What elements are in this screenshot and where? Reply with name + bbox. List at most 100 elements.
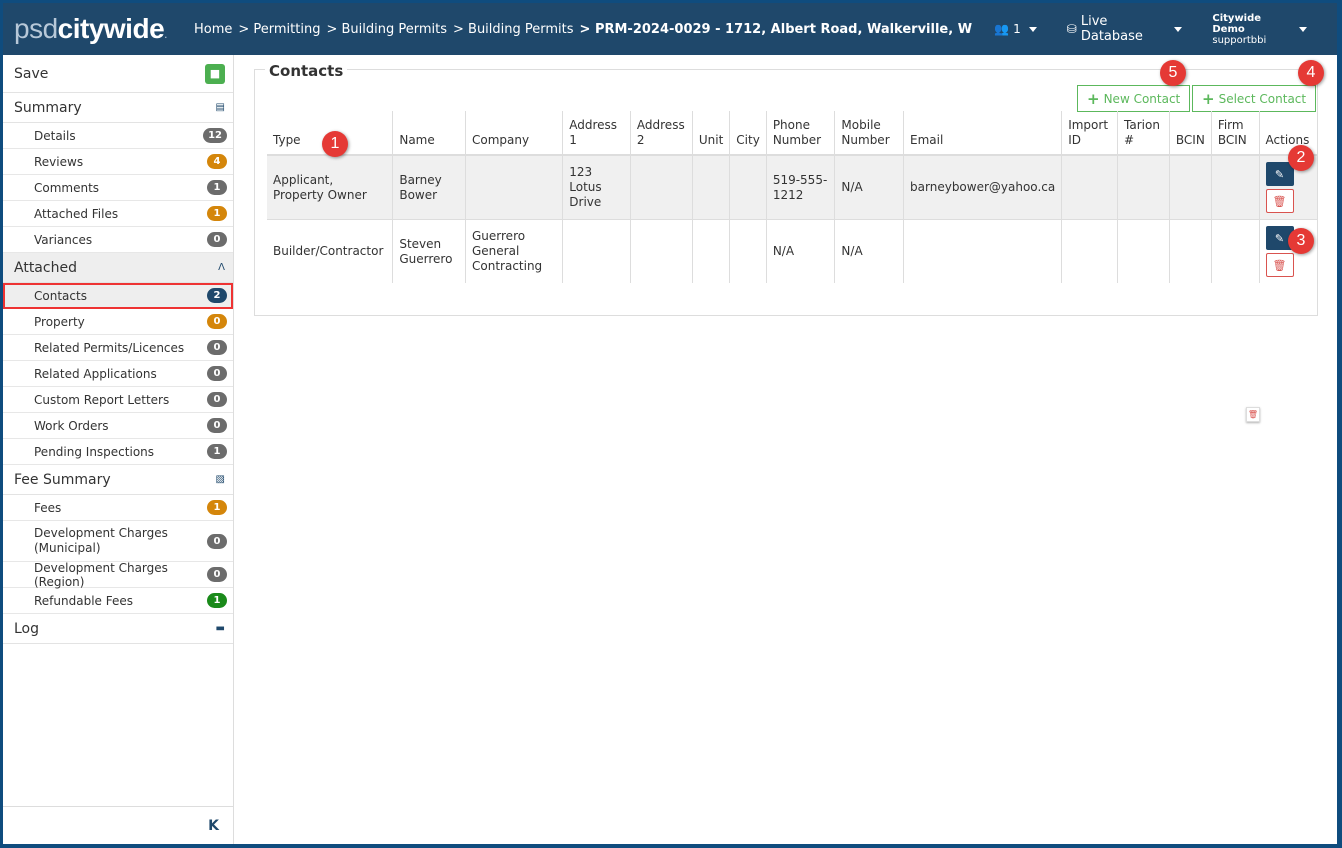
cell-email xyxy=(903,219,1062,283)
column-header-mobile-number[interactable]: Mobile Number xyxy=(834,111,904,156)
column-header-bcin[interactable]: BCIN xyxy=(1168,111,1212,156)
collapse-sidebar-button[interactable]: K xyxy=(3,806,233,844)
sidebar-item-label: Refundable Fees xyxy=(34,593,133,608)
sidebar-item-fees[interactable]: Fees 1 xyxy=(3,495,233,521)
column-header-company[interactable]: Company xyxy=(464,111,563,156)
sidebar-item-contacts[interactable]: Contacts 2 xyxy=(3,283,233,309)
caret-down-icon xyxy=(1028,26,1037,32)
cell-type: Applicant, Property Owner xyxy=(267,155,393,220)
pencil-icon: ✎ xyxy=(1274,231,1285,245)
sidebar-item-attached-files[interactable]: Attached Files 1 xyxy=(3,201,233,227)
sidebar-item-work-orders[interactable]: Work Orders 0 xyxy=(3,413,233,439)
breadcrumb-building-permits[interactable]: > Building Permits xyxy=(326,22,447,37)
logo-part: citywide xyxy=(57,13,165,44)
sidebar-item-related-permits-licences[interactable]: Related Permits/Licences 0 xyxy=(3,335,233,361)
edit-button[interactable]: ✎ xyxy=(1265,162,1294,186)
breadcrumb-home[interactable]: Home xyxy=(194,22,232,37)
app-window: psdcitywide. Home > Permitting > Buildin… xyxy=(3,3,1337,844)
sidebar-item-label: Custom Report Letters xyxy=(34,392,170,407)
count-badge: 1 xyxy=(207,180,227,195)
sidebar-item-reviews[interactable]: Reviews 4 xyxy=(3,149,233,175)
new-contact-label: New Contact xyxy=(1103,91,1181,106)
count-badge: 1 xyxy=(207,593,227,608)
column-header-city[interactable]: City xyxy=(729,111,767,156)
breadcrumb-permitting[interactable]: > Permitting xyxy=(238,22,320,37)
column-header-tarion[interactable]: Tarion # xyxy=(1117,111,1170,156)
sidebar-item-label: Pending Inspections xyxy=(34,444,155,459)
sidebar-item-label: Related Permits/Licences xyxy=(34,340,185,355)
sidebar-item-development-charges-municipal[interactable]: Development Charges (Municipal) 0 xyxy=(3,521,233,562)
column-header-address-1[interactable]: Address 1 xyxy=(562,111,631,156)
sidebar: Save ■ Summary ▤ Details 12 Reviews 4 Comments 1… xyxy=(3,55,234,844)
column-header-import-id[interactable]: Import ID xyxy=(1061,111,1118,156)
column-header-name[interactable]: Name xyxy=(392,111,466,156)
select-contact-button[interactable]: + Select Contact xyxy=(1192,85,1317,112)
sidebar-item-label: Property xyxy=(34,314,85,329)
callout-1: 1 xyxy=(322,131,348,157)
sidebar-item-property[interactable]: Property 0 xyxy=(3,309,233,335)
users-icon: 👥 xyxy=(994,22,1010,36)
plus-icon: + xyxy=(1202,89,1215,108)
delete-button[interactable]: 🗑 xyxy=(1265,253,1294,277)
cell-bcin xyxy=(1168,219,1212,283)
sidebar-section-summary[interactable]: Summary ▤ xyxy=(3,93,233,123)
cell-name: Steven Guerrero xyxy=(392,219,466,283)
save-icon: ■ xyxy=(205,63,225,84)
column-header-firm-bcin[interactable]: Firm BCIN xyxy=(1210,111,1260,156)
table-row[interactable]: Builder/Contractor Steven Guerrero Guerrer… xyxy=(267,219,1317,283)
pencil-icon: ✎ xyxy=(1274,167,1285,181)
count-badge: 0 xyxy=(207,418,227,433)
sidebar-item-label: Attached Files xyxy=(34,206,119,221)
cell-import-id xyxy=(1061,219,1118,283)
new-contact-button[interactable]: + New Contact xyxy=(1077,85,1191,112)
database-dropdown[interactable]: ⛁ Live Database xyxy=(1067,14,1183,44)
column-header-phone-number[interactable]: Phone Number xyxy=(765,111,835,156)
cell-company xyxy=(464,155,563,220)
sidebar-item-label: Comments xyxy=(34,180,100,195)
sidebar-section-attached[interactable]: Attached Λ xyxy=(3,253,233,283)
column-header-unit[interactable]: Unit xyxy=(691,111,730,156)
users-dropdown[interactable]: 👥 1 xyxy=(994,22,1037,36)
top-header: psdcitywide. Home > Permitting > Buildin… xyxy=(3,3,1337,55)
column-header-email[interactable]: Email xyxy=(903,111,1062,156)
database-label: Live Database xyxy=(1080,14,1143,44)
sidebar-item-details[interactable]: Details 12 xyxy=(3,123,233,149)
users-count: 1 xyxy=(1013,22,1021,36)
trash-icon: 🗑 xyxy=(1272,258,1287,272)
delete-button[interactable]: 🗑 xyxy=(1265,189,1294,213)
logo-part: psd xyxy=(14,13,58,44)
table-row[interactable]: Applicant, Property Owner Barney Bower 123… xyxy=(267,155,1317,220)
sidebar-section-fee-summary[interactable]: Fee Summary ▧ xyxy=(3,465,233,495)
sidebar-item-label: Work Orders xyxy=(34,418,109,433)
sidebar-item-refundable-fees[interactable]: Refundable Fees 1 xyxy=(3,588,233,614)
bars-icon: ▬ xyxy=(215,623,225,634)
callout-3: 3 xyxy=(1288,228,1314,254)
cell-firm-bcin xyxy=(1210,155,1260,220)
breadcrumb-building-permits-2[interactable]: > Building Permits xyxy=(453,22,574,37)
cell-bcin xyxy=(1168,155,1212,220)
sidebar-item-label: Contacts xyxy=(34,288,87,303)
cell-address-1: 123 Lotus Drive xyxy=(562,155,631,220)
sidebar-item-comments[interactable]: Comments 1 xyxy=(3,175,233,201)
sidebar-item-variances[interactable]: Variances 0 xyxy=(3,227,233,253)
breadcrumb-current: > PRM-2024-0029 - 1712, Albert Road, Wal… xyxy=(579,21,973,37)
count-badge: 0 xyxy=(207,366,227,381)
user-name: Citywide Demo xyxy=(1212,12,1262,35)
sidebar-item-development-charges-region[interactable]: Development Charges (Region) 0 xyxy=(3,560,233,589)
sidebar-item-related-applications[interactable]: Related Applications 0 xyxy=(3,361,233,387)
logo[interactable]: psdcitywide. xyxy=(14,13,167,45)
user-dropdown[interactable]: Citywide Demo supportbbi xyxy=(1212,13,1307,46)
column-header-address-2[interactable]: Address 2 xyxy=(629,111,693,156)
sidebar-item-custom-report-letters[interactable]: Custom Report Letters 0 xyxy=(3,387,233,413)
count-badge: 0 xyxy=(207,340,227,355)
save-button[interactable]: Save ■ xyxy=(3,55,233,93)
sidebar-item-label: Development Charges (Region) xyxy=(34,560,168,589)
cell-phone-number: N/A xyxy=(765,219,835,283)
sidebar-item-pending-inspections[interactable]: Pending Inspections 1 xyxy=(3,439,233,465)
section-label: Log xyxy=(14,620,40,637)
cell-address-2 xyxy=(629,219,693,283)
sidebar-section-log[interactable]: Log ▬ xyxy=(3,614,233,644)
plus-icon: + xyxy=(1087,89,1100,108)
sidebar-item-label: Reviews xyxy=(34,154,84,169)
count-badge: 2 xyxy=(207,288,227,303)
